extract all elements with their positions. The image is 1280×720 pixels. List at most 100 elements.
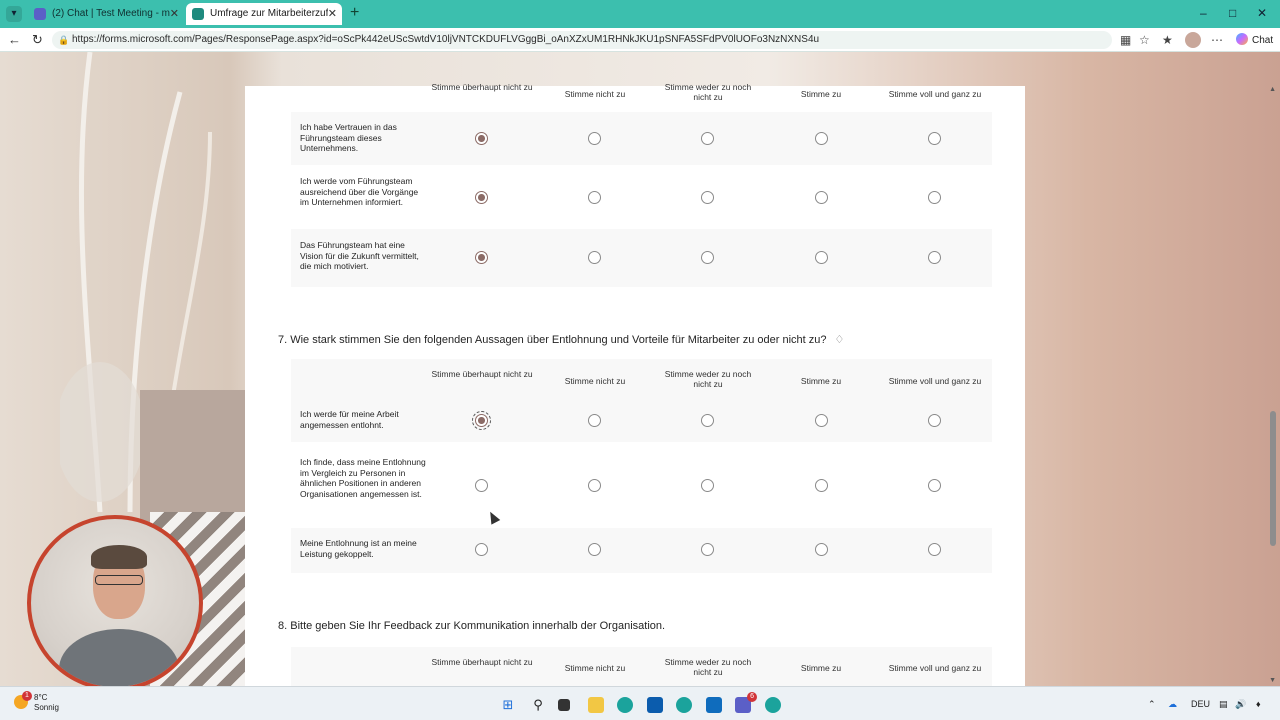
q6-statement-2: Ich werde vom Führungsteam ausreichend ü… [300, 176, 419, 208]
q7-s1-radio-4[interactable] [815, 414, 828, 427]
q8-title: 8. Bitte geben Sie Ihr Feedback zur Komm… [278, 620, 666, 632]
q6-col-head-4: Stimme zu [800, 89, 842, 99]
store-icon[interactable] [647, 697, 663, 713]
favorite-star-icon[interactable]: ☆ [1139, 33, 1150, 47]
q7-s2-radio-1[interactable] [475, 479, 488, 492]
q7-s1-radio-1[interactable] [472, 411, 491, 430]
file-explorer-icon[interactable] [588, 697, 604, 713]
q6-s3-radio-5[interactable] [928, 251, 941, 264]
tab-teams-chat[interactable]: (2) Chat | Test Meeting - manuelle ✕ [28, 3, 184, 25]
forms-favicon-icon [192, 8, 204, 20]
new-tab-button[interactable]: + [350, 4, 359, 22]
q6-s1-radio-5[interactable] [928, 132, 941, 145]
q6-s3-radio-4[interactable] [815, 251, 828, 264]
q6-s2-radio-3[interactable] [701, 191, 714, 204]
q7-title: 7. Wie stark stimmen Sie den folgenden A… [278, 333, 844, 346]
q6-s1-radio-2[interactable] [588, 132, 601, 145]
q7-s2-radio-4[interactable] [815, 479, 828, 492]
favorites-icon[interactable]: ★ [1162, 33, 1173, 47]
notification-bell-icon[interactable]: ♦ [1256, 699, 1261, 709]
profile-avatar[interactable] [1185, 32, 1201, 48]
windows-taskbar: 1 8°C Sonnig ⊞ ⚲ 6 ⌃ ☁ DEU ▤ 🔊 ♦ [0, 686, 1280, 720]
copilot-chat-button[interactable]: Chat [1236, 33, 1273, 46]
outlook-icon[interactable] [706, 697, 722, 713]
scroll-up-icon[interactable]: ▲ [1269, 86, 1276, 93]
q8-col-head-5: Stimme voll und ganz zu [888, 663, 982, 673]
address-toolbar: ← ↻ 🔒 https://forms.microsoft.com/Pages/… [0, 28, 1280, 52]
table-row: Das Führungsteam hat eine Vision für die… [291, 229, 992, 287]
q6-s3-radio-1[interactable] [475, 251, 488, 264]
back-arrow-icon[interactable]: ← [8, 32, 21, 47]
q6-s2-radio-1[interactable] [475, 191, 488, 204]
eraser-icon[interactable]: ♢ [835, 333, 845, 346]
q7-s2-radio-5[interactable] [928, 479, 941, 492]
weather-widget[interactable]: 1 8°C Sonnig [14, 691, 59, 713]
site-info-icon[interactable]: 🔒 [58, 31, 69, 49]
q8-col-head-1: Stimme überhaupt nicht zu [431, 657, 533, 667]
q6-s2-radio-2[interactable] [588, 191, 601, 204]
webcam-overlay [27, 515, 203, 691]
teams-icon[interactable]: 6 [735, 692, 757, 713]
q6-s2-radio-4[interactable] [815, 191, 828, 204]
copilot-icon [1236, 33, 1248, 45]
weather-badge: 1 [22, 691, 32, 701]
q7-s1-radio-3[interactable] [701, 414, 714, 427]
table-row: Ich finde, dass meine Entlohnung im Verg… [291, 442, 992, 528]
q7-s3-radio-1[interactable] [475, 543, 488, 556]
minimize-button[interactable]: – [1200, 6, 1207, 20]
q7-s3-radio-5[interactable] [928, 543, 941, 556]
q8-col-head-3: Stimme weder zu noch nicht zu [664, 657, 752, 677]
tab-title: Umfrage zur Mitarbeiterzufriedenh [210, 8, 328, 19]
tab-actions-menu-icon[interactable]: ▾ [6, 6, 22, 22]
q7-s3-radio-3[interactable] [701, 543, 714, 556]
q7-s1-radio-2[interactable] [588, 414, 601, 427]
q7-s2-radio-2[interactable] [588, 479, 601, 492]
q7-title-text: 7. Wie stark stimmen Sie den folgenden A… [278, 334, 827, 346]
q6-s3-radio-2[interactable] [588, 251, 601, 264]
edge-browser-icon[interactable] [617, 697, 633, 713]
scroll-down-icon[interactable]: ▼ [1269, 677, 1276, 684]
q6-col-head-1: Stimme überhaupt nicht zu [431, 82, 533, 92]
q7-statement-3: Meine Entlohnung ist an meine Leistung g… [300, 538, 417, 559]
q7-s3-radio-4[interactable] [815, 543, 828, 556]
q6-s3-radio-3[interactable] [701, 251, 714, 264]
tab-forms-survey[interactable]: Umfrage zur Mitarbeiterzufriedenh ✕ [186, 3, 342, 25]
q8-col-head-4: Stimme zu [800, 663, 842, 673]
tray-overflow-icon[interactable]: ⌃ [1148, 699, 1156, 710]
edge-profile-icon[interactable] [676, 697, 692, 713]
page-scrollbar[interactable]: ▲ ▼ [1269, 86, 1276, 684]
edge-dev-icon[interactable] [765, 697, 781, 713]
q6-col-head-2: Stimme nicht zu [564, 89, 626, 99]
close-tab-icon[interactable]: ✕ [170, 3, 179, 25]
weather-condition: Sonnig [34, 703, 59, 712]
onedrive-icon[interactable]: ☁ [1168, 699, 1177, 710]
q6-s1-radio-1[interactable] [475, 132, 488, 145]
start-windows-icon[interactable]: ⊞ [500, 697, 516, 713]
scrollbar-thumb[interactable] [1270, 411, 1276, 546]
q7-s2-radio-3[interactable] [701, 479, 714, 492]
task-view-icon[interactable] [558, 699, 570, 711]
q7-col-head-1: Stimme überhaupt nicht zu [431, 369, 533, 379]
q6-s1-radio-4[interactable] [815, 132, 828, 145]
q7-col-head-4: Stimme zu [800, 376, 842, 386]
maximize-button[interactable]: □ [1229, 6, 1236, 20]
url-field[interactable]: 🔒 https://forms.microsoft.com/Pages/Resp… [52, 31, 1112, 49]
close-tab-icon[interactable]: ✕ [328, 3, 337, 25]
close-window-button[interactable]: ✕ [1257, 6, 1267, 20]
volume-icon[interactable]: 🔊 [1235, 699, 1246, 710]
table-row: Ich werde vom Führungsteam ausreichend ü… [291, 165, 992, 229]
table-header-row: Stimme überhaupt nicht zu Stimme nicht z… [291, 359, 992, 399]
q7-s3-radio-2[interactable] [588, 543, 601, 556]
q6-s1-radio-3[interactable] [701, 132, 714, 145]
language-indicator[interactable]: DEU [1191, 699, 1210, 709]
more-menu-icon[interactable]: ⋯ [1211, 33, 1223, 47]
app-available-icon[interactable]: ▦ [1120, 33, 1131, 47]
q7-s1-radio-5[interactable] [928, 414, 941, 427]
q7-col-head-3: Stimme weder zu noch nicht zu [664, 369, 752, 389]
presenter-glasses [95, 575, 143, 585]
network-icon[interactable]: ▤ [1219, 699, 1228, 710]
reload-icon[interactable]: ↻ [32, 32, 43, 48]
copilot-label: Chat [1252, 35, 1274, 46]
q6-s2-radio-5[interactable] [928, 191, 941, 204]
search-icon[interactable]: ⚲ [530, 697, 546, 713]
